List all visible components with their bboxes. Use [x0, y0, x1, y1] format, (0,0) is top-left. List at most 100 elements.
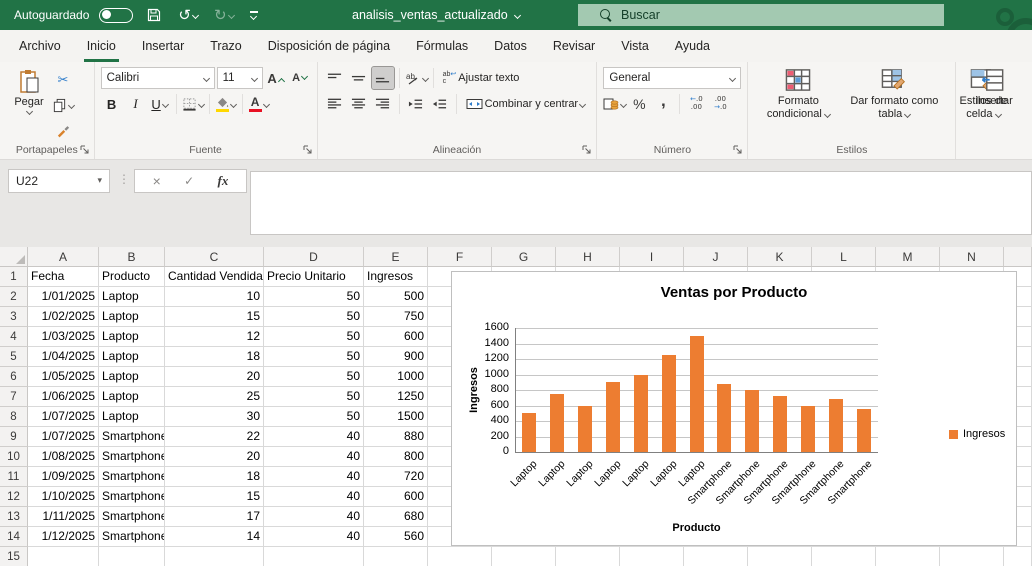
tab-fórmulas[interactable]: Fórmulas — [403, 30, 481, 62]
cell[interactable]: 25 — [165, 387, 264, 407]
cell[interactable] — [492, 547, 556, 566]
bar-laptop-1000[interactable] — [633, 374, 648, 452]
cell[interactable]: 880 — [364, 427, 428, 447]
cell[interactable]: 40 — [264, 467, 364, 487]
bar-smartphone-600[interactable] — [801, 405, 816, 452]
cell[interactable]: 1/02/2025 — [28, 307, 99, 327]
cell[interactable]: 1/07/2025 — [28, 427, 99, 447]
cell[interactable]: 680 — [364, 507, 428, 527]
bar-laptop-1250[interactable] — [661, 355, 676, 452]
cell[interactable]: 1/10/2025 — [28, 487, 99, 507]
cell[interactable]: Laptop — [99, 367, 165, 387]
cut-button[interactable]: ✂ — [52, 69, 74, 91]
column-header-D[interactable]: D — [264, 247, 364, 267]
cell[interactable]: Fecha — [28, 267, 99, 287]
cell[interactable]: 1/05/2025 — [28, 367, 99, 387]
tab-insertar[interactable]: Insertar — [129, 30, 197, 62]
cell[interactable]: 1000 — [364, 367, 428, 387]
dialog-launcher-icon[interactable] — [302, 144, 314, 156]
cell[interactable]: 40 — [264, 527, 364, 547]
cell[interactable]: 14 — [165, 527, 264, 547]
undo-button[interactable]: ↺ — [175, 3, 201, 27]
cell[interactable] — [264, 547, 364, 566]
row-header-8[interactable]: 8 — [0, 407, 28, 427]
italic-button[interactable]: I — [125, 93, 147, 115]
merge-center-button[interactable]: Combinar y centrar — [462, 93, 590, 115]
cell[interactable]: 18 — [165, 467, 264, 487]
align-center-button[interactable] — [348, 93, 370, 115]
row-header-15[interactable]: 15 — [0, 547, 28, 566]
format-as-table-button[interactable]: Dar formato como tabla — [842, 65, 946, 141]
cell[interactable]: Laptop — [99, 327, 165, 347]
cell[interactable]: 50 — [264, 347, 364, 367]
font-color-button[interactable]: A — [248, 93, 270, 115]
row-header-5[interactable]: 5 — [0, 347, 28, 367]
number-format-combo[interactable]: General — [603, 67, 742, 89]
cell[interactable]: 1/07/2025 — [28, 407, 99, 427]
column-header-K[interactable]: K — [748, 247, 812, 267]
paste-button[interactable]: Pegar — [6, 67, 52, 141]
dialog-launcher-icon[interactable] — [79, 144, 91, 156]
insert-cells-button[interactable]: Insertar — [970, 65, 1019, 141]
cell[interactable]: 50 — [264, 327, 364, 347]
cell[interactable] — [1004, 547, 1032, 566]
cell[interactable]: 12 — [165, 327, 264, 347]
increase-indent-button[interactable] — [429, 93, 451, 115]
cell[interactable]: 800 — [364, 447, 428, 467]
column-header-I[interactable]: I — [620, 247, 684, 267]
cell[interactable]: 15 — [165, 487, 264, 507]
row-header-13[interactable]: 13 — [0, 507, 28, 527]
bar-smartphone-560[interactable] — [857, 408, 872, 452]
column-header-G[interactable]: G — [492, 247, 556, 267]
cell[interactable]: 500 — [364, 287, 428, 307]
cell[interactable]: Smartphone — [99, 487, 165, 507]
row-header-10[interactable]: 10 — [0, 447, 28, 467]
format-painter-button[interactable] — [52, 119, 74, 141]
column-header-L[interactable]: L — [812, 247, 876, 267]
row-header-1[interactable]: 1 — [0, 267, 28, 287]
cell[interactable]: 1/06/2025 — [28, 387, 99, 407]
cell[interactable]: Laptop — [99, 407, 165, 427]
column-header-A[interactable]: A — [28, 247, 99, 267]
cell[interactable]: Laptop — [99, 287, 165, 307]
increase-decimal-button[interactable]: ←.0.00 — [685, 93, 707, 115]
percent-button[interactable]: % — [628, 93, 650, 115]
cell[interactable]: 560 — [364, 527, 428, 547]
bar-smartphone-720[interactable] — [773, 396, 788, 452]
cell[interactable]: Laptop — [99, 347, 165, 367]
redo-button[interactable]: ↻ — [211, 3, 237, 27]
column-header-E[interactable]: E — [364, 247, 428, 267]
cell[interactable]: 1/03/2025 — [28, 327, 99, 347]
cell[interactable] — [364, 547, 428, 566]
cell[interactable]: 750 — [364, 307, 428, 327]
fill-color-button[interactable] — [215, 93, 237, 115]
cell[interactable]: 30 — [165, 407, 264, 427]
cell[interactable] — [556, 547, 620, 566]
row-header-9[interactable]: 9 — [0, 427, 28, 447]
cell[interactable]: 10 — [165, 287, 264, 307]
row-header-14[interactable]: 14 — [0, 527, 28, 547]
cell[interactable] — [620, 547, 684, 566]
cell[interactable]: 22 — [165, 427, 264, 447]
row-header-12[interactable]: 12 — [0, 487, 28, 507]
cell[interactable]: 50 — [264, 407, 364, 427]
cell[interactable] — [940, 547, 1004, 566]
row-header-4[interactable]: 4 — [0, 327, 28, 347]
save-button[interactable] — [143, 3, 165, 27]
cell[interactable]: 50 — [264, 287, 364, 307]
cell[interactable]: Smartphone — [99, 467, 165, 487]
bar-laptop-1500[interactable] — [689, 335, 704, 452]
conditional-formatting-button[interactable]: Formato condicional — [754, 65, 842, 141]
cell[interactable] — [684, 547, 748, 566]
dialog-launcher-icon[interactable] — [581, 144, 593, 156]
underline-button[interactable]: U — [149, 93, 171, 115]
align-bottom-button[interactable] — [370, 66, 395, 90]
cell[interactable] — [876, 547, 940, 566]
copy-button[interactable] — [52, 94, 76, 116]
cell[interactable] — [99, 547, 165, 566]
row-header-6[interactable]: 6 — [0, 367, 28, 387]
cell[interactable]: 1/04/2025 — [28, 347, 99, 367]
cell[interactable] — [812, 547, 876, 566]
cell[interactable]: Cantidad Vendida — [165, 267, 264, 287]
cell[interactable]: 1/08/2025 — [28, 447, 99, 467]
